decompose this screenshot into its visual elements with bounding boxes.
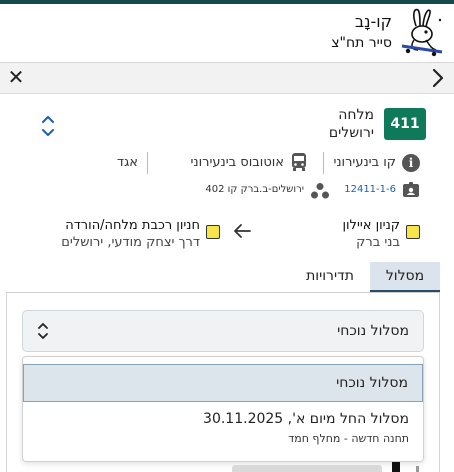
origin-stop-name: קניון איילון [342, 218, 400, 233]
id-card-icon [403, 182, 419, 197]
brand-title: קו-נָב [354, 12, 392, 31]
route-description: ירושלים-ב.ברק קו 402 [205, 184, 304, 195]
arrow-left-icon [234, 224, 251, 238]
destination-stop-icon [206, 225, 220, 239]
separator [147, 152, 148, 174]
destination-stop-name: חניון רכבת מלחה/הורדה [65, 218, 200, 233]
route-version-dropdown: מסלול נוכחי מסלול החל מיום א', 30.11.202… [22, 356, 424, 462]
bus-icon [292, 153, 306, 171]
info-icon: i [402, 154, 420, 172]
select-value: מסלול נוכחי [337, 323, 409, 339]
separator [323, 152, 324, 174]
route-name-line2: ירושלים [328, 125, 374, 141]
switch-direction-icon[interactable] [40, 114, 56, 138]
option-label: מסלול החל מיום א', 30.11.2025 [203, 411, 409, 427]
route-name-line1: מלחה [338, 107, 374, 123]
panel-nav-bar: ✕ [0, 63, 454, 93]
tab-frequencies[interactable]: תדירויות [292, 262, 368, 292]
scrollbar-track [416, 466, 419, 472]
destination-stop-city: דרך יצחק מודעי, ירושלים [61, 235, 200, 250]
tab-route[interactable]: מסלול [370, 262, 440, 292]
chevron-right-icon[interactable] [430, 67, 446, 89]
rabbit-skater-icon [401, 8, 443, 57]
chevron-up-down-icon [38, 323, 48, 339]
option-future-route[interactable]: מסלול החל מיום א', 30.11.2025 תחנה חדשה … [23, 407, 423, 451]
option-sublabel: תחנה חדשה - מחלף חמד [288, 432, 409, 445]
operator-name-label: אגד [116, 155, 138, 170]
line-number-badge: 411 [384, 108, 426, 140]
service-type-label: אוטובוס בינעירוני [190, 155, 285, 170]
origin-stop-icon [406, 225, 420, 239]
close-icon[interactable]: ✕ [6, 66, 26, 88]
route-version-select[interactable]: מסלול נוכחי [22, 310, 424, 352]
brand-subtitle: סייר תח"צ [331, 35, 392, 51]
origin-stop-city: בני ברק [356, 235, 400, 250]
scrollbar-thumb[interactable] [392, 462, 400, 472]
option-current-route[interactable]: מסלול נוכחי [23, 364, 423, 402]
nav-divider [0, 93, 454, 94]
brand-header: קו-נָב סייר תח"צ [0, 4, 454, 62]
route-variants-icon [311, 183, 329, 199]
option-label: מסלול נוכחי [336, 375, 408, 391]
operator-type-label: קו בינעירוני [333, 155, 396, 170]
line-id-link[interactable]: 12411-1-6 [344, 184, 396, 195]
list-item-peek [232, 465, 382, 472]
